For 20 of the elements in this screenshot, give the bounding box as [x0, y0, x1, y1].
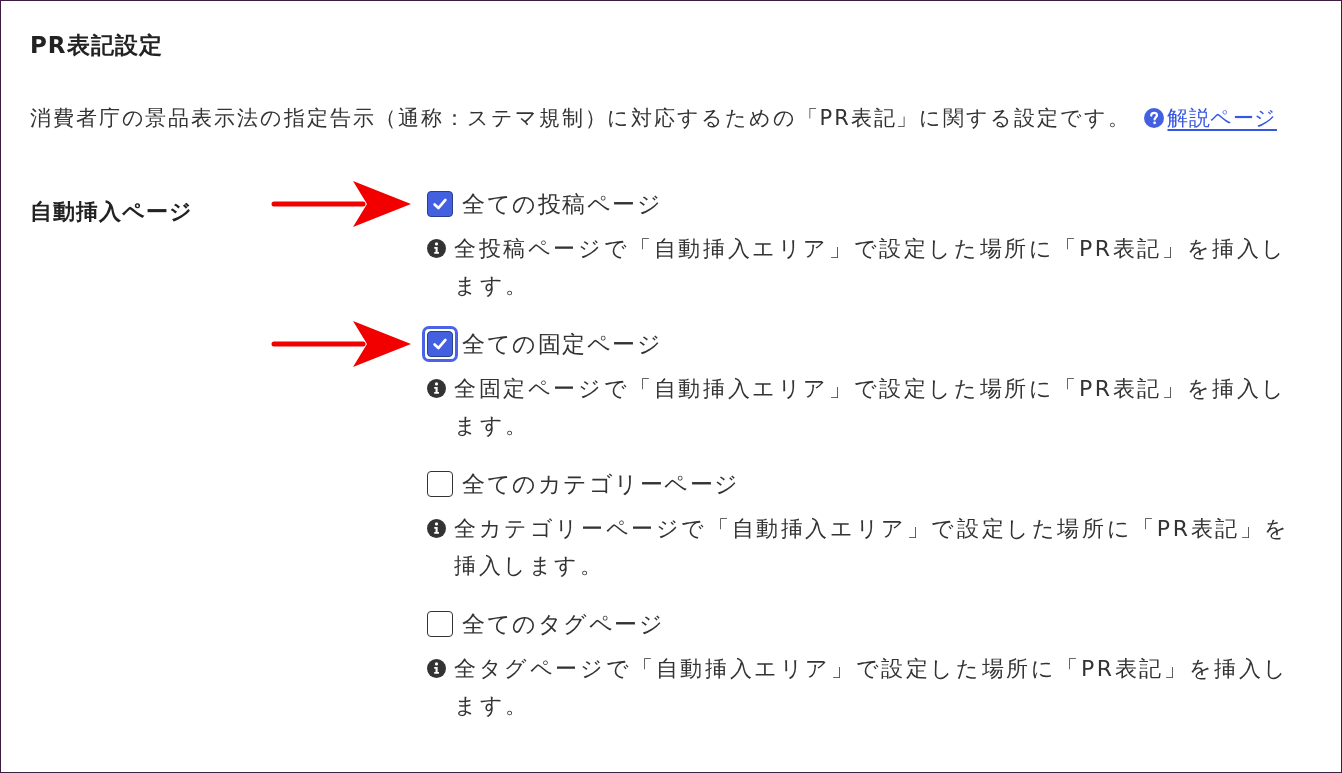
help-icon: [1144, 108, 1165, 128]
option-note: 全カテゴリーページで「自動挿入エリア」で設定した場所に「PR表記」を挿入します。: [454, 515, 1291, 580]
checkbox[interactable]: [427, 471, 453, 497]
field-label: 自動挿入ページ: [30, 199, 193, 224]
option-note: 全投稿ページで「自動挿入エリア」で設定した場所に「PR表記」を挿入します。: [454, 235, 1288, 300]
section-description: 消費者庁の景品表示法の指定告示（通称：ステマ規制）に対応するための「PR表記」に関する設定です。: [30, 105, 1131, 132]
help-link[interactable]: 解説ページ: [1144, 103, 1277, 133]
info-icon: [427, 379, 446, 398]
info-icon: [427, 519, 446, 538]
checkbox-label[interactable]: 全てのカテゴリーページ: [462, 467, 740, 501]
checkbox[interactable]: [427, 611, 453, 637]
checkbox[interactable]: [427, 191, 453, 217]
info-icon: [427, 239, 446, 258]
option-note: 全タグページで「自動挿入エリア」で設定した場所に「PR表記」を挿入します。: [454, 655, 1290, 720]
section-title: PR表記設定: [30, 31, 163, 60]
checkbox-label[interactable]: 全ての投稿ページ: [462, 187, 662, 221]
option-note: 全固定ページで「自動挿入エリア」で設定した場所に「PR表記」を挿入します。: [454, 375, 1288, 440]
checkbox-label[interactable]: 全ての固定ページ: [462, 327, 662, 361]
info-icon: [427, 659, 446, 678]
checkbox-label[interactable]: 全てのタグページ: [462, 607, 664, 641]
